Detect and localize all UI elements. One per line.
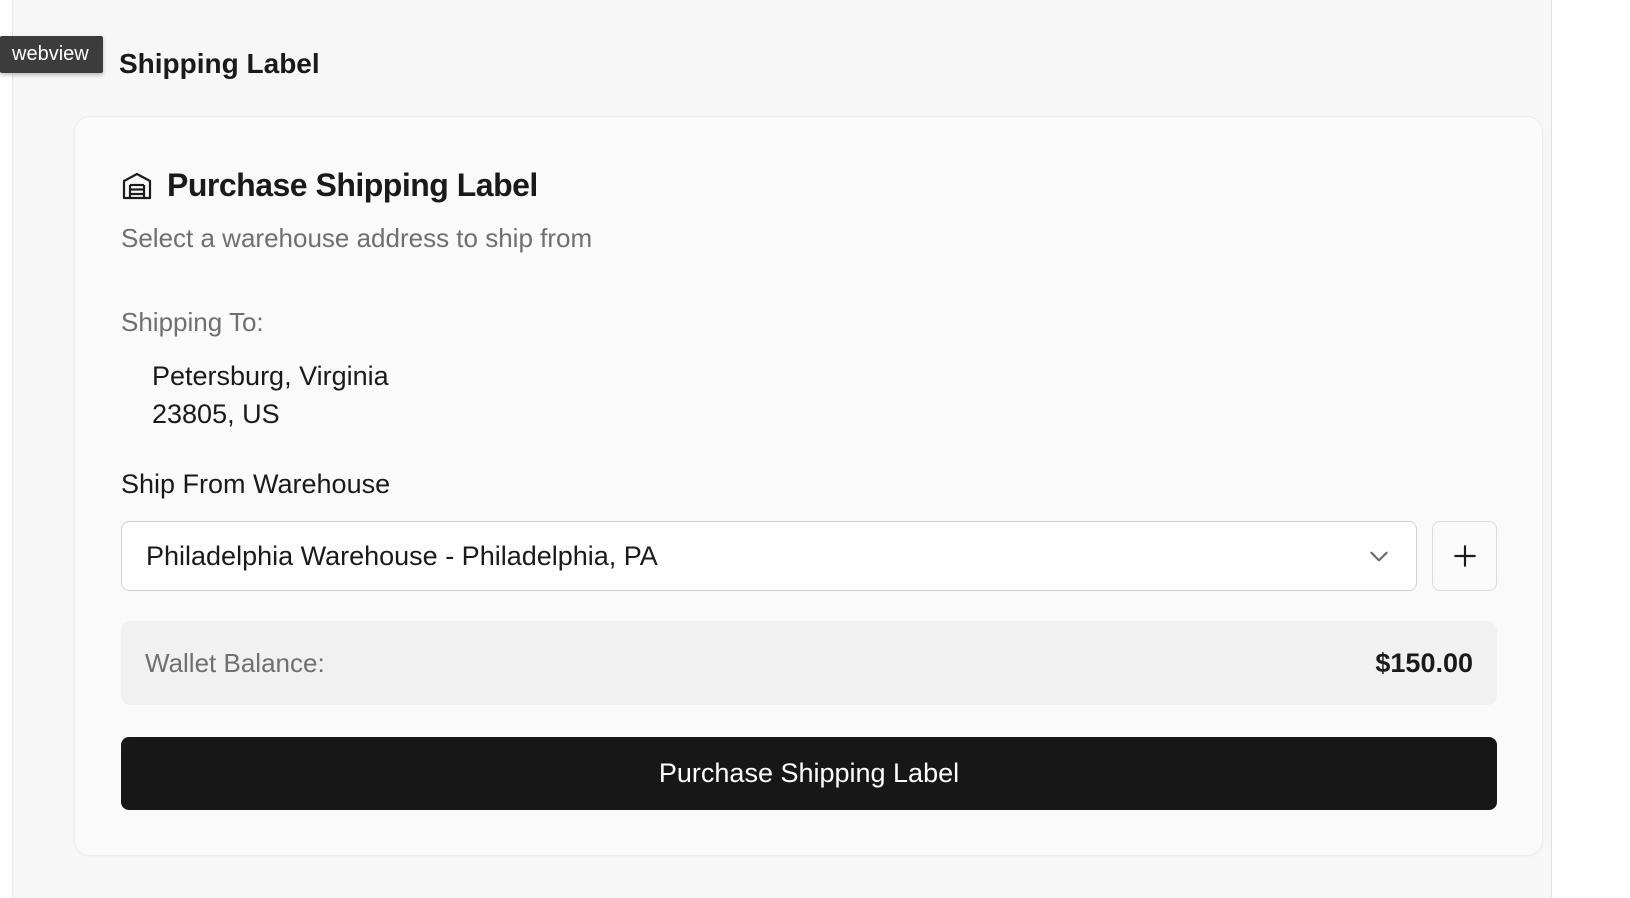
warehouse-select[interactable]: Philadelphia Warehouse - Philadelphia, P… <box>121 521 1417 591</box>
plus-icon <box>1453 545 1476 567</box>
webview-tag: webview <box>0 36 103 73</box>
section-title: Shipping Label <box>119 48 320 79</box>
chevron-down-icon <box>1370 551 1388 562</box>
address-line-2: 23805, US <box>152 399 280 429</box>
shipping-to-label: Shipping To: <box>121 307 264 337</box>
purchase-shipping-label-button[interactable]: Purchase Shipping Label <box>121 737 1497 810</box>
warehouse-select-value: Philadelphia Warehouse - Philadelphia, P… <box>146 540 658 571</box>
ship-from-label: Ship From Warehouse <box>121 469 391 499</box>
warehouse-icon <box>122 172 152 199</box>
wallet-balance-value: $150.00 <box>1375 647 1473 678</box>
wallet-balance-row: Wallet Balance: $150.00 <box>121 621 1497 705</box>
address-line-1: Petersburg, Virginia <box>152 361 389 391</box>
wallet-balance-label: Wallet Balance: <box>145 647 325 678</box>
section-header: Shipping Label <box>75 44 320 84</box>
card-subtitle: Select a warehouse address to ship from <box>121 223 593 253</box>
card-title-row: Purchase Shipping Label <box>121 167 538 204</box>
webview-frame: Shipping Label Purchase Shipping Label S… <box>12 0 1552 898</box>
add-warehouse-button[interactable] <box>1432 521 1497 591</box>
card-title: Purchase Shipping Label <box>167 167 538 203</box>
purchase-label-card: Purchase Shipping Label Select a warehou… <box>74 116 1543 856</box>
